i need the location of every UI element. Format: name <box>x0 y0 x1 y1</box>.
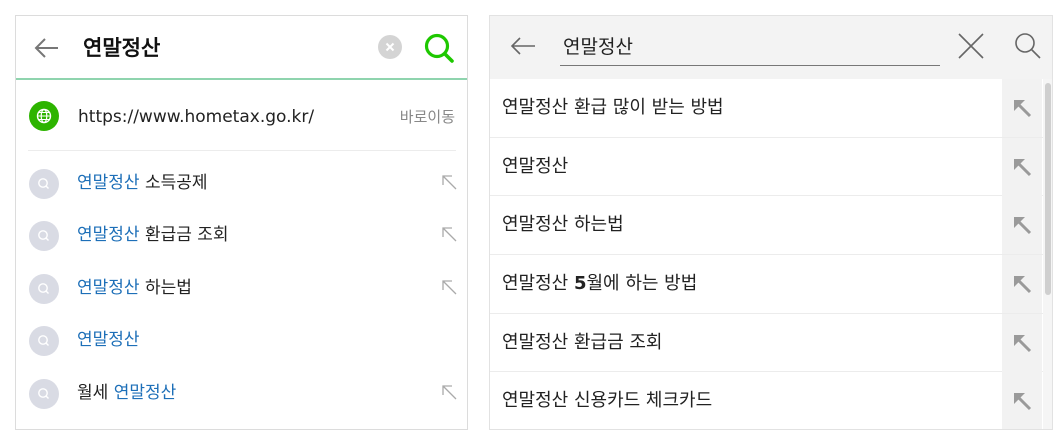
search-icon[interactable] <box>1012 30 1044 62</box>
suggestion-text: 연말정산 환급금 조회 <box>77 223 229 247</box>
suggestion-text: 연말정산 하는법 <box>502 213 624 237</box>
suggestion-text-highlight: 연말정산 <box>77 330 140 351</box>
divider <box>28 150 456 151</box>
suggestion-item[interactable]: 연말정산 환급금 조회 <box>490 313 1052 373</box>
fill-query-arrow-icon[interactable] <box>441 384 457 400</box>
suggestion-text-prefix: 연말정산 환급 많이 받는 방법 <box>502 97 724 118</box>
suggestion-text-highlight: 연말정산 <box>77 225 140 246</box>
fill-query-arrow-icon <box>1014 334 1032 352</box>
suggestion-text: 연말정산 환급 많이 받는 방법 <box>502 96 724 120</box>
fill-query-button[interactable] <box>1002 313 1042 372</box>
suggestion-text-suffix: 월에 하는 방법 <box>586 273 698 295</box>
search-icon <box>29 169 59 199</box>
fill-query-arrow-icon <box>1014 158 1032 176</box>
suggestion-item[interactable]: 연말정산 소득공제 <box>16 156 467 208</box>
suggestion-text: 연말정산 5월에 하는 방법 <box>502 272 697 296</box>
suggestion-text-prefix: 연말정산 <box>502 155 569 177</box>
suggestion-item[interactable]: 연말정산 5월에 하는 방법 <box>490 255 1052 314</box>
suggestion-text-highlight: 연말정산 <box>77 277 140 298</box>
globe-icon <box>29 101 59 131</box>
suggestion-text-before: 월세 <box>77 382 114 403</box>
scrollbar-thumb[interactable] <box>1045 83 1051 295</box>
suggestion-text: 연말정산 <box>502 155 568 179</box>
suggestion-item[interactable]: 연말정산 <box>490 137 1052 197</box>
search-icon <box>29 378 59 409</box>
left-search-header: 연말정산 <box>16 16 467 80</box>
fill-query-button[interactable] <box>1002 372 1042 429</box>
suggestion-item[interactable]: 월세 연말정산 <box>16 366 467 418</box>
suggestion-text-after: 환급금 조회 <box>139 225 229 246</box>
fill-query-arrow-icon <box>1014 217 1032 235</box>
search-icon <box>29 221 59 252</box>
suggestion-text-prefix: 연말정산 신용카드 체크카드 <box>502 390 713 412</box>
suggestion-text-prefix: 연말정산 환급금 조회 <box>502 331 663 353</box>
fill-query-arrow-icon[interactable] <box>441 174 457 190</box>
search-query-text[interactable]: 연말정산 <box>83 33 160 63</box>
suggestion-item[interactable]: 연말정산 환급 많이 받는 방법 <box>490 79 1052 138</box>
url-suggestion-text: https://www.hometax.go.kr/ <box>78 107 315 127</box>
url-suggestion-row[interactable]: https://www.hometax.go.kr/ 바로이동 <box>16 86 467 148</box>
clear-icon[interactable] <box>378 35 402 59</box>
suggestion-text-bold: 5 <box>573 273 587 295</box>
right-search-panel: 연말정산 연말정산 환급 많이 받는 방법 연말정산 연말정산 하는법 연말정산 5월… <box>489 15 1053 430</box>
suggestion-item[interactable]: 연말정산 하는법 <box>490 196 1052 256</box>
suggestion-text-prefix: 연말정산 하는법 <box>502 214 624 236</box>
left-suggestion-list: 연말정산 소득공제 연말정산 환급금 조회 연말정산 하는법 연말정산 월세 연말정산 <box>16 156 467 418</box>
fill-query-arrow-icon[interactable] <box>441 226 457 242</box>
suggestion-text: 월세 연말정산 <box>77 381 176 405</box>
back-arrow-icon[interactable] <box>506 29 540 63</box>
suggestion-text-highlight: 연말정산 <box>77 173 140 193</box>
suggestion-text: 연말정산 하는법 <box>77 276 192 300</box>
search-input[interactable]: 연말정산 <box>560 30 940 66</box>
search-icon[interactable] <box>421 30 457 66</box>
scrollbar[interactable] <box>1043 79 1052 429</box>
fill-query-arrow-icon[interactable] <box>441 279 457 295</box>
search-icon <box>29 273 59 304</box>
fill-query-button[interactable] <box>1002 196 1042 255</box>
left-search-panel: 연말정산 https://www.hometax.go.kr/ 바로이동 연말정… <box>15 15 468 430</box>
fill-query-button[interactable] <box>1002 255 1042 314</box>
suggestion-text-after: 소득공제 <box>139 173 208 193</box>
back-arrow-icon[interactable] <box>32 33 62 63</box>
suggestion-item[interactable]: 연말정산 하는법 <box>16 261 467 313</box>
right-suggestion-list: 연말정산 환급 많이 받는 방법 연말정산 연말정산 하는법 연말정산 5월에 하는 … <box>490 79 1052 429</box>
suggestion-text: 연말정산 환급금 조회 <box>502 331 662 355</box>
suggestion-text-after: 하는법 <box>139 277 192 298</box>
go-directly-button[interactable]: 바로이동 <box>400 107 455 127</box>
suggestion-text-highlight: 연말정산 <box>113 382 177 403</box>
suggestion-text: 연말정산 신용카드 체크카드 <box>502 389 712 413</box>
suggestion-item[interactable]: 연말정산 환급금 조회 <box>16 208 467 260</box>
suggestion-item[interactable]: 연말정산 신용카드 체크카드 <box>490 372 1052 429</box>
fill-query-arrow-icon <box>1014 276 1032 294</box>
right-search-header: 연말정산 <box>490 16 1052 79</box>
suggestion-text-prefix: 연말정산 <box>502 273 574 295</box>
fill-query-arrow-icon <box>1014 100 1032 118</box>
search-icon <box>29 326 59 357</box>
fill-query-button[interactable] <box>1002 79 1042 137</box>
suggestion-text: 연말정산 <box>77 328 140 352</box>
close-icon[interactable] <box>956 31 986 61</box>
suggestion-item[interactable]: 연말정산 <box>16 313 467 365</box>
fill-query-arrow-icon <box>1014 393 1032 411</box>
suggestion-text: 연말정산 소득공제 <box>77 171 208 195</box>
fill-query-button[interactable] <box>1002 137 1042 196</box>
